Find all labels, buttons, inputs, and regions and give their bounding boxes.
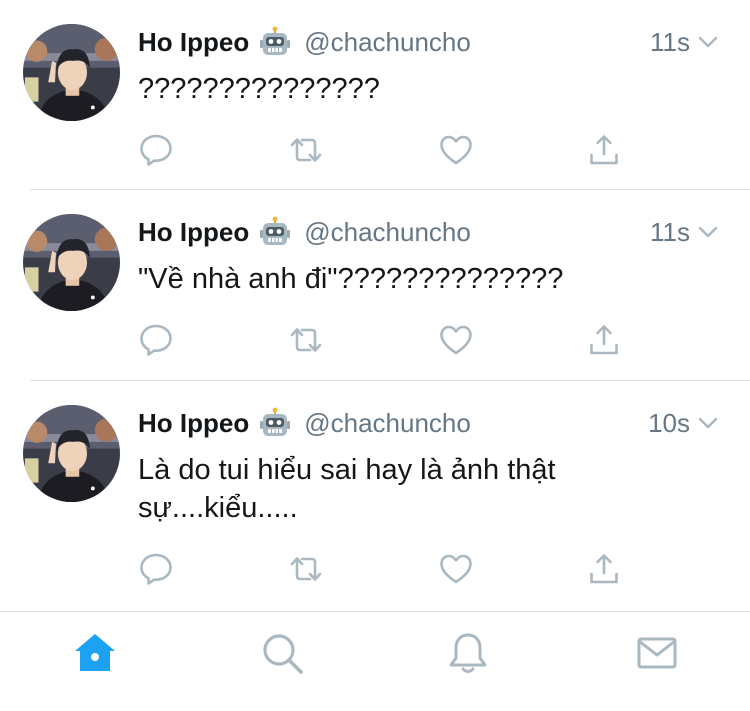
chevron-down-icon[interactable] [696, 220, 720, 244]
share-button[interactable] [584, 322, 624, 362]
reply-icon [138, 132, 174, 173]
timestamp[interactable]: 11s [650, 217, 690, 248]
reply-button[interactable] [136, 322, 176, 362]
tab-bar [0, 611, 750, 711]
retweet-icon [288, 322, 324, 363]
avatar[interactable] [23, 405, 120, 502]
tweet-text: ??????????????? [138, 73, 380, 105]
retweet-icon [288, 551, 324, 592]
share-button[interactable] [584, 132, 624, 172]
robot-emoji-icon [259, 407, 291, 439]
reply-icon [138, 322, 174, 363]
like-button[interactable] [436, 132, 476, 172]
tab-messages[interactable] [632, 630, 682, 680]
like-icon [438, 551, 474, 592]
retweet-button[interactable] [286, 322, 326, 362]
reply-button[interactable] [136, 551, 176, 591]
robot-emoji-icon [259, 26, 291, 58]
chevron-down-icon[interactable] [696, 30, 720, 54]
tweet-card[interactable]: Ho Ippeo @chachuncho 11s ??????????????? [0, 0, 750, 190]
tweet-card[interactable]: Ho Ippeo @chachuncho 10s Là do tui hiểu … [0, 381, 750, 611]
author-name[interactable]: Ho Ippeo [138, 27, 249, 58]
share-icon [586, 132, 622, 173]
search-icon [259, 630, 305, 681]
author-handle[interactable]: @chachuncho [304, 217, 471, 248]
timestamp[interactable]: 11s [650, 27, 690, 58]
tweet-header: Ho Ippeo @chachuncho 11s [138, 213, 720, 251]
messages-icon [634, 630, 680, 681]
avatar[interactable] [23, 24, 120, 121]
timeline: Ho Ippeo @chachuncho 11s ???????????????… [0, 0, 750, 611]
avatar[interactable] [23, 214, 120, 311]
share-button[interactable] [584, 551, 624, 591]
tab-notifications[interactable] [443, 630, 493, 680]
tweet-card[interactable]: Ho Ippeo @chachuncho 11s "Về nhà anh đi"… [0, 190, 750, 381]
chevron-down-icon[interactable] [696, 411, 720, 435]
share-icon [586, 551, 622, 592]
like-icon [438, 322, 474, 363]
reply-button[interactable] [136, 132, 176, 172]
author-name[interactable]: Ho Ippeo [138, 408, 249, 439]
tweet-actions [138, 322, 628, 362]
tweet-actions [138, 551, 628, 591]
home-icon [72, 630, 118, 681]
share-icon [586, 322, 622, 363]
reply-icon [138, 551, 174, 592]
like-button[interactable] [436, 551, 476, 591]
author-name[interactable]: Ho Ippeo [138, 217, 249, 248]
author-handle[interactable]: @chachuncho [304, 27, 471, 58]
tweet-text: Là do tui hiểu sai hay là ảnh thật sự...… [138, 454, 556, 524]
tweet-header: Ho Ippeo @chachuncho 10s [138, 404, 720, 442]
tweet-actions [138, 132, 628, 172]
tweet-text: "Về nhà anh đi"?????????????? [138, 263, 564, 295]
timestamp[interactable]: 10s [648, 408, 690, 439]
like-button[interactable] [436, 322, 476, 362]
author-handle[interactable]: @chachuncho [304, 408, 471, 439]
tab-search[interactable] [257, 630, 307, 680]
tweet-header: Ho Ippeo @chachuncho 11s [138, 23, 720, 61]
retweet-button[interactable] [286, 132, 326, 172]
retweet-button[interactable] [286, 551, 326, 591]
tab-home[interactable] [70, 630, 120, 680]
like-icon [438, 132, 474, 173]
notifications-icon [445, 630, 491, 681]
retweet-icon [288, 132, 324, 173]
robot-emoji-icon [259, 216, 291, 248]
